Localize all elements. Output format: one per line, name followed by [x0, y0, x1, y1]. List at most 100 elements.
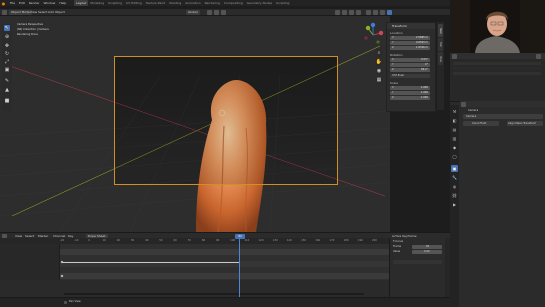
ruler-tick-label: 50: [159, 239, 163, 242]
rotation-y-field[interactable]: Y 0°: [390, 63, 430, 67]
constraints-tab-icon[interactable]: ⛓: [451, 192, 458, 199]
tool-tab-icon[interactable]: ⚒: [451, 108, 458, 115]
shading-solid-icon[interactable]: [373, 10, 378, 15]
rotation-z-axis: Z: [392, 68, 394, 71]
vp-menu-select[interactable]: Select: [38, 10, 47, 15]
vp-menu-object[interactable]: Object: [55, 10, 65, 15]
outliner-panel[interactable]: [450, 53, 545, 101]
pivot-point-icon[interactable]: [207, 10, 212, 15]
view-layer-tab-icon[interactable]: ▥: [451, 135, 458, 142]
ruler-tick-label: 0: [88, 239, 91, 242]
shading-wireframe-icon[interactable]: [366, 10, 371, 15]
cursor-tool-icon[interactable]: ⊕: [4, 34, 10, 40]
vp-menu-add[interactable]: Add: [48, 10, 54, 15]
rotation-label: Rotation: [390, 53, 403, 57]
location-x-axis: X: [392, 36, 394, 39]
keyframe-row[interactable]: [60, 273, 390, 279]
ruler-tick-label: 200: [372, 239, 377, 242]
shading-rendered-icon[interactable]: [387, 10, 392, 15]
scale-tool-icon[interactable]: ⤢: [4, 59, 10, 65]
select-box-icon[interactable]: ↖: [4, 25, 10, 31]
fc-interpolation-row[interactable]: [393, 260, 442, 264]
sidebar-tab-view[interactable]: View: [438, 52, 443, 65]
timeline-scrollbar[interactable]: [64, 293, 364, 295]
location-y-field[interactable]: Y 0.6593 m: [390, 41, 430, 45]
world-tab-icon[interactable]: ◯: [451, 153, 458, 160]
fcurve-side-tabs: [445, 238, 450, 297]
object-mode-dropdown[interactable]: Object Mode: [9, 10, 32, 15]
navigation-gizmo[interactable]: [360, 22, 386, 48]
properties-editor: [450, 101, 545, 307]
status-bar: Pan View: [0, 297, 450, 307]
transform-tool-icon[interactable]: ▣: [4, 67, 10, 73]
shading-material-icon[interactable]: [380, 10, 385, 15]
sidebar-tab-item[interactable]: Item: [438, 24, 443, 37]
viewport-info-line3: Rendering Done: [17, 33, 38, 36]
vp-menu-view[interactable]: View: [30, 10, 37, 15]
outliner-editor-icon[interactable]: [452, 53, 457, 59]
scale-y-axis: Y: [392, 91, 394, 94]
output-tab-icon[interactable]: ▤: [451, 126, 458, 133]
rotation-x-field[interactable]: X 9.53°: [390, 58, 430, 62]
gizmo-toggle-icon[interactable]: [342, 10, 347, 15]
align-mean-label: Align Mean Transform: [508, 122, 537, 125]
annotate-tool-icon[interactable]: ✎: [4, 78, 10, 84]
camera-data-tab-icon[interactable]: ▶: [451, 201, 458, 208]
properties-editor-icon[interactable]: [461, 101, 466, 107]
rotate-tool-icon[interactable]: ↻: [4, 51, 10, 57]
pan-hand-icon[interactable]: ✋: [375, 58, 383, 66]
sidebar-tab-tool[interactable]: Tool: [438, 38, 443, 51]
webcam-overlay: [450, 0, 545, 53]
webcam-person-image: [450, 0, 545, 53]
ruler-tick-label: 40: [145, 239, 149, 242]
properties-tabs: ⚒ ◧ ▤ ▥ ◆ ◯ ▣ 🔧 ◍ ⛓ ▶: [450, 105, 459, 307]
modifiers-tab-icon[interactable]: 🔧: [451, 174, 458, 181]
current-frame-indicator[interactable]: 84: [235, 234, 245, 239]
transform-orientation-dropdown[interactable]: Global: [186, 10, 200, 15]
move-tool-icon[interactable]: ✥: [4, 43, 10, 49]
scale-x-axis: X: [392, 86, 394, 89]
rotation-mode-dropdown[interactable]: XYZ Euler: [390, 74, 430, 78]
add-cube-icon[interactable]: ■: [4, 98, 10, 104]
ruler-tick-label: 90: [216, 239, 220, 242]
camera-view-icon[interactable]: ◉: [375, 67, 383, 75]
location-x-field[interactable]: X 2.5695 m: [390, 36, 430, 40]
editor-type-icon[interactable]: [2, 10, 7, 15]
xray-icon[interactable]: [356, 10, 361, 15]
ruler-tick-label: 20: [116, 239, 121, 242]
camera-frame: [114, 56, 338, 185]
render-tab-icon[interactable]: ◧: [451, 117, 458, 124]
blender-logo-icon[interactable]: ●: [1, 1, 6, 6]
scene-tab-icon[interactable]: ◆: [451, 144, 458, 151]
location-z-field[interactable]: Z 1.8316 m: [390, 46, 430, 50]
outliner-row[interactable]: [453, 62, 541, 65]
scale-z-field[interactable]: Z 1.000: [390, 96, 430, 100]
rotation-z-field[interactable]: Z 89.2°: [390, 68, 430, 72]
scale-y-field[interactable]: Y 1.000: [390, 91, 430, 95]
outliner-filter-icon[interactable]: [536, 53, 541, 59]
outliner-header: [450, 53, 545, 59]
physics-tab-icon[interactable]: ◍: [451, 183, 458, 190]
viewport-info-text: Camera Perspective (84) Collection | Cam…: [17, 22, 49, 37]
scale-x-field[interactable]: X 1.000: [390, 86, 430, 90]
proportional-edit-icon[interactable]: [221, 10, 226, 15]
fc-value-label: Value: [393, 250, 401, 253]
zoom-icon[interactable]: ⌕: [375, 49, 383, 57]
mouse-icon: [64, 300, 67, 304]
visibility-icon[interactable]: [335, 10, 340, 15]
outliner-row[interactable]: [453, 72, 541, 75]
outliner-row[interactable]: [453, 67, 541, 70]
location-label: Location: [390, 31, 403, 35]
keyframe-row[interactable]: [60, 249, 390, 255]
playhead-line[interactable]: [239, 237, 240, 297]
overlay-toggle-icon[interactable]: [349, 10, 354, 15]
measure-tool-icon[interactable]: ▲: [4, 87, 10, 93]
object-tab-icon[interactable]: ▣: [451, 165, 458, 172]
location-z-value: 1.8316 m: [416, 46, 428, 49]
location-y-axis: Y: [392, 41, 394, 44]
snap-icon[interactable]: [214, 10, 219, 15]
location-y-value: 0.6593 m: [416, 41, 428, 44]
perspective-toggle-icon[interactable]: ▦: [375, 76, 383, 84]
transform-panel-title[interactable]: Transform: [387, 23, 435, 29]
ruler-tick-label: 140: [286, 239, 292, 242]
